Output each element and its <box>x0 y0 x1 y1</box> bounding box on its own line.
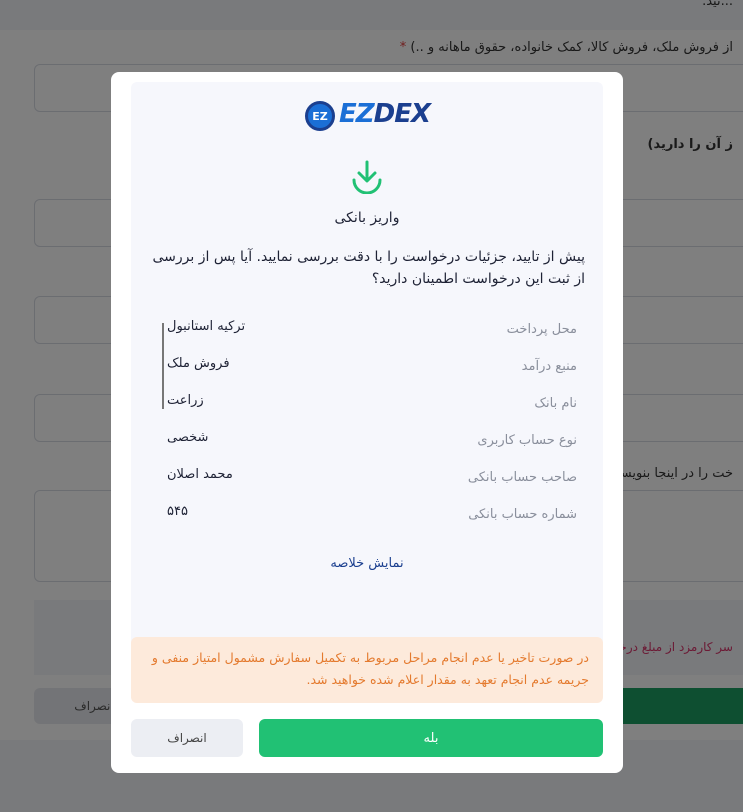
detail-label: محل پرداخت <box>506 322 577 337</box>
detail-label: نوع حساب کاربری <box>477 433 577 448</box>
detail-label: منبع درآمد <box>521 359 577 374</box>
warning-message: در صورت تاخیر یا عدم انجام مراحل مربوط ب… <box>131 637 603 703</box>
details-list[interactable]: محل پرداخت ترکیه استانبول منبع درآمد فرو… <box>131 306 603 546</box>
detail-value: زراعت <box>167 393 204 408</box>
detail-value: فروش ملک <box>167 356 230 371</box>
detail-label: صاحب حساب بانکی <box>467 470 577 485</box>
modal-title: واریز بانکی <box>334 210 400 226</box>
details-divider-line <box>162 323 164 409</box>
details-fade <box>131 518 603 548</box>
detail-value: محمد اصلان <box>167 467 233 482</box>
detail-row: صاحب حساب بانکی محمد اصلان <box>131 461 603 491</box>
detail-value: ۵۴۵ <box>167 504 188 519</box>
confirm-button[interactable]: بله <box>259 719 603 757</box>
detail-row: نوع حساب کاربری شخصی <box>131 424 603 454</box>
logo-badge: EZ <box>305 101 335 131</box>
modal-content-panel: EZ EZDEX واریز بانکی پیش از تایید، جزئیا… <box>131 82 603 692</box>
detail-row: منبع درآمد فروش ملک <box>131 350 603 380</box>
confirm-question: پیش از تایید، جزئیات درخواست را با دقت ب… <box>152 249 586 287</box>
show-summary-link[interactable]: نمایش خلاصه <box>131 556 603 571</box>
detail-row: نام بانک زراعت <box>131 387 603 417</box>
detail-row: محل پرداخت ترکیه استانبول <box>131 313 603 343</box>
ezdex-logo: EZ EZDEX <box>305 98 431 134</box>
logo-wordmark: EZDEX <box>339 99 431 129</box>
cancel-button[interactable]: انصراف <box>131 719 243 757</box>
detail-value: شخصی <box>167 430 209 445</box>
download-icon <box>352 160 382 194</box>
detail-label: نام بانک <box>534 396 577 411</box>
detail-value: ترکیه استانبول <box>167 319 246 334</box>
confirm-modal: EZ EZDEX واریز بانکی پیش از تایید، جزئیا… <box>111 72 623 773</box>
